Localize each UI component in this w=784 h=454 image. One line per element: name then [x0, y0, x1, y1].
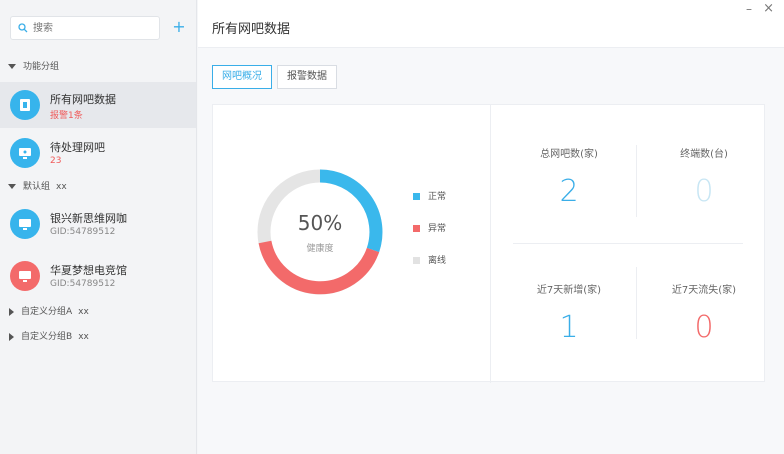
group-header-custom-b[interactable]: 自定义分组B xx — [8, 330, 89, 344]
cafe-icon — [10, 90, 40, 120]
page-title: 所有网吧数据 — [212, 22, 291, 37]
group-count: xx — [56, 182, 67, 192]
add-group-button[interactable]: + — [168, 16, 190, 40]
legend-swatch — [413, 225, 420, 232]
pending-count: 23 — [50, 156, 62, 166]
group-label: 自定义分组A — [21, 307, 73, 317]
stat-label: 终端数(台) — [680, 149, 728, 160]
health-label: 健康度 — [306, 244, 334, 254]
legend-label: 异常 — [428, 224, 447, 234]
main-content: 所有网吧数据 – × 网吧概况 报警数据 50% 健康度 正常 异常 离线 总网… — [198, 0, 784, 454]
sidebar-item-title: 所有网吧数据 — [50, 93, 116, 106]
stat-value: 2 — [559, 174, 579, 209]
panel-divider — [490, 105, 491, 383]
group-label: 自定义分组B — [21, 332, 73, 342]
minimize-button[interactable]: – — [746, 2, 752, 16]
stat-label: 近7天流失(家) — [671, 285, 737, 296]
stat-value: 1 — [559, 310, 579, 345]
sidebar-item-all-cafes[interactable]: 所有网吧数据 报警1条 — [0, 82, 196, 128]
chevron-down-icon — [8, 184, 16, 189]
stat-terminals: 终端数(台) 0 — [639, 145, 769, 209]
group-header-default[interactable]: 默认组 xx — [8, 180, 67, 194]
stat-value: 0 — [694, 174, 714, 209]
legend-item-abnormal: 异常 — [413, 221, 446, 235]
stat-label: 总网吧数(家) — [540, 149, 598, 160]
sidebar-item-cafe[interactable]: 银兴新思维网咖 GID:54789512 — [0, 201, 196, 247]
header: 所有网吧数据 – × — [198, 0, 784, 48]
group-header-custom-a[interactable]: 自定义分组A xx — [8, 305, 89, 319]
sidebar-item-pending[interactable]: 待处理网吧 23 — [0, 130, 196, 176]
stat-divider — [636, 145, 637, 217]
legend-label: 离线 — [428, 256, 447, 266]
legend-label: 正常 — [428, 192, 447, 202]
sidebar-item-title: 银兴新思维网咖 — [50, 212, 127, 225]
search-row: + — [10, 16, 188, 40]
sidebar-item-cafe[interactable]: 华夏梦想电竞馆 GID:54789512 — [0, 253, 196, 299]
sidebar-item-title: 华夏梦想电竞馆 — [50, 264, 127, 277]
group-label: 功能分组 — [23, 62, 60, 72]
health-donut: 50% 健康度 — [255, 167, 385, 297]
legend-item-normal: 正常 — [413, 189, 446, 203]
close-button[interactable]: × — [763, 1, 774, 16]
search-icon — [18, 23, 28, 33]
chevron-right-icon — [9, 332, 14, 341]
gid-label: GID:54789512 — [50, 279, 116, 289]
group-count: xx — [78, 332, 89, 342]
monitor-icon — [10, 261, 40, 291]
group-header-function[interactable]: 功能分组 — [8, 60, 59, 74]
stat-divider — [513, 243, 743, 244]
stat-lost-7d: 近7天流失(家) 0 — [639, 281, 769, 345]
legend-swatch — [413, 257, 420, 264]
stat-divider — [636, 267, 637, 339]
chevron-right-icon — [9, 307, 14, 316]
chevron-down-icon — [8, 64, 16, 69]
tab-overview[interactable]: 网吧概况 — [212, 65, 272, 89]
stat-label: 近7天新增(家) — [536, 285, 602, 296]
gid-label: GID:54789512 — [50, 227, 116, 237]
monitor-icon — [10, 209, 40, 239]
group-count: xx — [78, 307, 89, 317]
sidebar: + 功能分组 所有网吧数据 报警1条 待处理网吧 23 默认组 xx 银兴新思维网… — [0, 0, 197, 454]
stat-value: 0 — [694, 310, 714, 345]
alert-count: 报警1条 — [50, 111, 83, 121]
stat-new-7d: 近7天新增(家) 1 — [504, 281, 634, 345]
search-box[interactable] — [10, 16, 160, 40]
stat-total-cafes: 总网吧数(家) 2 — [504, 145, 634, 209]
legend-item-offline: 离线 — [413, 253, 446, 267]
sidebar-item-title: 待处理网吧 — [50, 141, 105, 154]
overview-panel: 50% 健康度 正常 异常 离线 总网吧数(家) 2 终端数(台) 0 近7天新… — [212, 104, 765, 383]
search-input[interactable] — [33, 20, 153, 36]
legend-swatch — [413, 193, 420, 200]
tab-alerts[interactable]: 报警数据 — [277, 65, 337, 89]
monitor-icon — [10, 138, 40, 168]
health-ratio: 50% — [297, 211, 343, 235]
group-label: 默认组 — [23, 182, 51, 192]
